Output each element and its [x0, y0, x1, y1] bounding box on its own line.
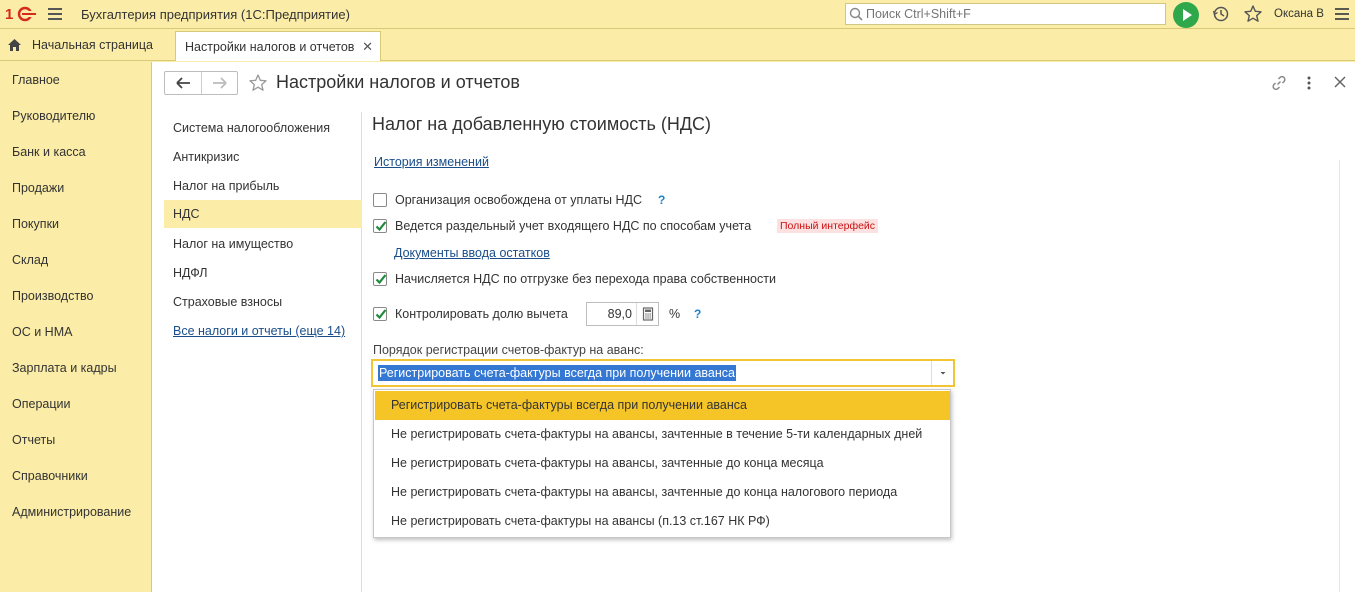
close-icon[interactable]: ✕: [362, 39, 373, 55]
exempt-checkbox[interactable]: [373, 193, 387, 207]
sidebar-item-catalogs[interactable]: Справочники: [12, 469, 88, 483]
exempt-label: Организация освобождена от уплаты НДС: [395, 193, 642, 207]
section-item-anticrisis[interactable]: Антикризис: [164, 143, 362, 171]
order-dropdown-list: Регистрировать счета-фактуры всегда при …: [373, 389, 951, 538]
section-list: Система налогообложения Антикризис Налог…: [164, 112, 362, 592]
sidebar-item-sales[interactable]: Продажи: [12, 181, 64, 195]
help-icon[interactable]: ?: [658, 193, 665, 207]
section-item-profit-tax[interactable]: Налог на прибыль: [164, 172, 362, 200]
sidebar-item-bank[interactable]: Банк и касса: [12, 145, 86, 159]
user-name[interactable]: Оксана В: [1274, 8, 1324, 20]
sidebar-item-payroll[interactable]: Зарплата и кадры: [12, 361, 117, 375]
separate-label: Ведется раздельный учет входящего НДС по…: [395, 219, 752, 233]
section-item-property-tax[interactable]: Налог на имущество: [164, 230, 362, 258]
star-icon[interactable]: [248, 73, 268, 96]
deduction-share-value: 89,0: [607, 307, 632, 321]
navigation-buttons: [164, 71, 238, 95]
percent-sign: %: [669, 307, 681, 321]
calculator-icon[interactable]: [636, 303, 658, 325]
arrow-right-icon[interactable]: [202, 72, 238, 94]
section-title: Налог на добавленную стоимость (НДС): [372, 114, 712, 134]
star-icon[interactable]: [1243, 4, 1265, 26]
order-label: Порядок регистрации счетов-фактур на ава…: [373, 343, 644, 357]
tab-home-label: Начальная страница: [32, 38, 153, 52]
order-select-value: Регистрировать счета-фактуры всегда при …: [378, 365, 736, 381]
sidebar: Главное Руководителю Банк и касса Продаж…: [0, 62, 150, 592]
section-item-ndfl[interactable]: НДФЛ: [164, 259, 362, 287]
order-select[interactable]: Регистрировать счета-фактуры всегда при …: [371, 359, 955, 387]
play-icon[interactable]: [1173, 2, 1199, 28]
shipment-label: Начисляется НДС по отгрузке без перехода…: [395, 272, 776, 286]
docs-link[interactable]: Документы ввода остатков: [394, 246, 550, 260]
page-title: Настройки налогов и отчетов: [276, 72, 520, 92]
main-panel: Настройки налогов и отчетов Система нало…: [151, 62, 1355, 592]
dropdown-option[interactable]: Не регистрировать счета-фактуры на аванс…: [375, 420, 950, 449]
sidebar-item-manager[interactable]: Руководителю: [12, 109, 95, 123]
search-box[interactable]: [845, 3, 1166, 25]
tab-bar: Начальная страница Настройки налогов и о…: [0, 29, 1355, 61]
section-item-insurance[interactable]: Страховые взносы: [164, 288, 362, 316]
sidebar-item-assets[interactable]: ОС и НМА: [12, 325, 72, 339]
app-title: Бухгалтерия предприятия (1С:Предприятие): [81, 7, 350, 22]
svg-text:1: 1: [5, 6, 13, 22]
shipment-checkbox[interactable]: [373, 272, 387, 286]
deduction-share-input[interactable]: 89,0: [586, 302, 659, 326]
section-item-tax-system[interactable]: Система налогообложения: [164, 114, 362, 142]
sidebar-item-warehouse[interactable]: Склад: [12, 253, 48, 267]
home-icon: [7, 38, 22, 55]
sidebar-item-operations[interactable]: Операции: [12, 397, 70, 411]
tab-tax-settings-label: Настройки налогов и отчетов: [185, 40, 355, 54]
scrollbar[interactable]: [1339, 160, 1355, 592]
full-interface-badge: Полный интерфейс: [777, 219, 879, 233]
sidebar-item-reports[interactable]: Отчеты: [12, 433, 55, 447]
tab-home[interactable]: Начальная страница: [0, 29, 173, 61]
dropdown-option[interactable]: Не регистрировать счета-фактуры на аванс…: [375, 478, 950, 507]
dropdown-option[interactable]: Не регистрировать счета-фактуры на аванс…: [375, 449, 950, 478]
hamburger-icon[interactable]: [48, 8, 62, 20]
separate-checkbox[interactable]: [373, 219, 387, 233]
more-vertical-icon[interactable]: [1302, 74, 1316, 95]
tab-tax-settings[interactable]: Настройки налогов и отчетов ✕: [175, 31, 381, 61]
sidebar-item-purchases[interactable]: Покупки: [12, 217, 59, 231]
chevron-down-icon[interactable]: [931, 361, 953, 385]
dropdown-option[interactable]: Не регистрировать счета-фактуры на аванс…: [375, 507, 950, 536]
search-input[interactable]: [866, 6, 1161, 22]
control-checkbox[interactable]: [373, 307, 387, 321]
arrow-left-icon[interactable]: [165, 72, 202, 94]
section-item-all-taxes[interactable]: Все налоги и отчеты (еще 14): [164, 317, 362, 345]
link-icon[interactable]: [1270, 74, 1288, 95]
dropdown-option[interactable]: Регистрировать счета-фактуры всегда при …: [375, 391, 950, 420]
control-label: Контролировать долю вычета: [395, 307, 568, 321]
search-icon: [849, 7, 863, 24]
section-item-vat[interactable]: НДС: [164, 200, 362, 228]
sidebar-item-administration[interactable]: Администрирование: [12, 505, 131, 519]
history-link[interactable]: История изменений: [374, 155, 489, 169]
history-icon[interactable]: [1211, 4, 1233, 26]
1c-logo-icon[interactable]: 1: [5, 6, 39, 22]
sidebar-item-production[interactable]: Производство: [12, 289, 94, 303]
close-icon[interactable]: [1332, 74, 1348, 93]
hamburger-icon[interactable]: [1333, 6, 1351, 22]
help-icon[interactable]: ?: [694, 307, 701, 321]
sidebar-item-main[interactable]: Главное: [12, 73, 60, 87]
title-bar: 1 Бухгалтерия предприятия (1С:Предприяти…: [0, 0, 1355, 29]
